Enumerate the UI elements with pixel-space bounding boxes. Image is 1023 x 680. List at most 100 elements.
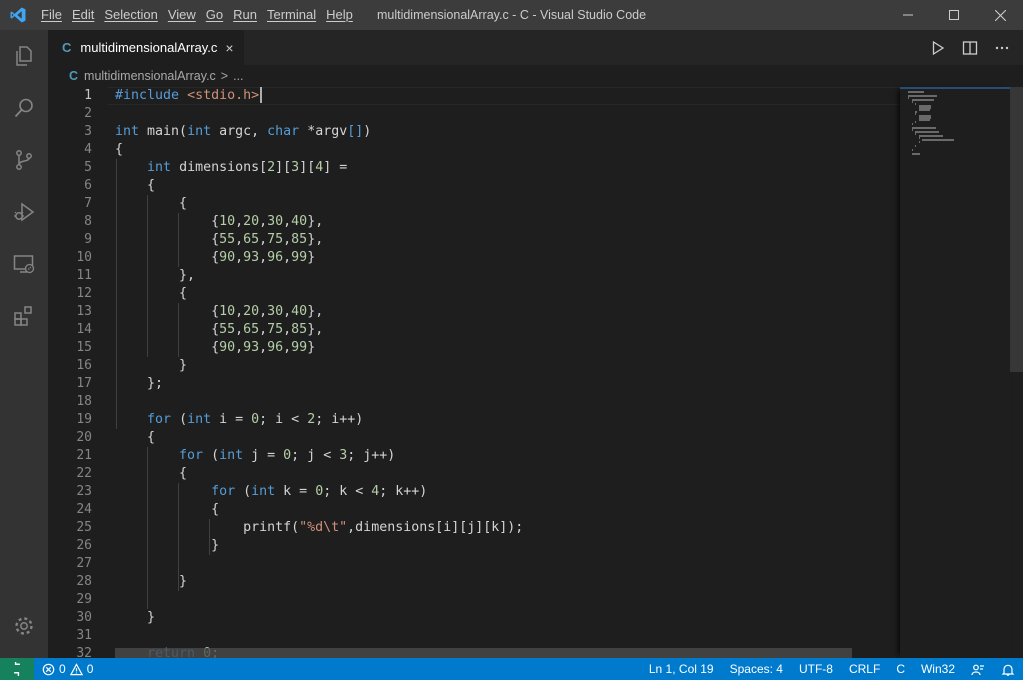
code-line: {: [115, 466, 188, 481]
warning-icon: [69, 662, 83, 675]
minimap-line: [915, 145, 917, 147]
horizontal-scrollbar[interactable]: [115, 648, 852, 658]
activity-bar: [0, 30, 48, 658]
minimap-line: [918, 109, 931, 111]
tab-close-icon[interactable]: ×: [225, 40, 233, 56]
minimap-line: [915, 133, 917, 135]
menu-go[interactable]: Go: [201, 0, 228, 30]
minimap-line: [918, 141, 920, 143]
explorer-button[interactable]: [0, 30, 48, 82]
minimap[interactable]: [900, 87, 1010, 658]
code-line: for (int i = 0; i < 2; i++): [147, 412, 364, 427]
code-line: {: [115, 142, 124, 157]
menu-selection[interactable]: Selection: [99, 0, 162, 30]
minimap-line: [915, 103, 917, 105]
code-line: {55,65,75,85},: [115, 232, 324, 247]
explorer-icon: [16, 46, 32, 66]
text-cursor: [260, 87, 263, 103]
remote-icon: [14, 662, 20, 676]
code-line: printf("%d\t",dimensions[i][j][k]);: [115, 520, 524, 535]
feedback-button[interactable]: [963, 658, 993, 680]
close-window-button[interactable]: [977, 0, 1023, 30]
line-number: 27: [76, 556, 92, 571]
minimap-line: [911, 99, 935, 101]
c-file-icon: C: [69, 69, 79, 83]
line-number: 6: [84, 178, 92, 193]
menu-terminal[interactable]: Terminal: [262, 0, 321, 30]
source-control-button[interactable]: [0, 134, 48, 186]
menu-view[interactable]: View: [163, 0, 201, 30]
line-number: 20: [76, 430, 92, 445]
line-number: 10: [76, 250, 92, 265]
code-line: {: [115, 178, 156, 193]
line-number: 12: [76, 286, 92, 301]
remote-explorer-button[interactable]: [0, 238, 48, 290]
menu-run[interactable]: Run: [228, 0, 262, 30]
extensions-icon: [14, 306, 32, 326]
code-line: }: [115, 610, 156, 625]
menu-edit[interactable]: Edit: [67, 0, 99, 30]
line-number: 11: [76, 268, 92, 283]
vertical-scrollbar[interactable]: [1010, 87, 1023, 372]
problems-indicator[interactable]: 0 0: [34, 662, 93, 676]
code-line: };: [115, 376, 164, 391]
indentation[interactable]: Spaces: 4: [722, 658, 791, 680]
remote-indicator[interactable]: [0, 658, 34, 680]
minimap-line: [911, 149, 913, 151]
more-actions-button[interactable]: [991, 37, 1013, 59]
platform[interactable]: Win32: [913, 658, 963, 680]
language-mode[interactable]: C: [888, 658, 913, 680]
search-button[interactable]: [0, 82, 48, 134]
minimap-line: [911, 123, 914, 125]
run-debug-button[interactable]: [0, 186, 48, 238]
end-of-line[interactable]: CRLF: [841, 658, 888, 680]
extensions-button[interactable]: [0, 290, 48, 342]
minimap-line: [911, 153, 920, 155]
menu-file[interactable]: File: [36, 0, 67, 30]
line-number: 30: [76, 610, 92, 625]
code-line: for (int j = 0; j < 3; j++): [179, 448, 396, 463]
breadcrumb-more[interactable]: ...: [233, 69, 243, 83]
code-line: {55,65,75,85},: [115, 322, 324, 337]
search-icon: [14, 98, 33, 118]
run-file-button[interactable]: [927, 37, 949, 59]
minimap-line: [911, 127, 936, 129]
title-bar: File Edit Selection View Go Run Terminal…: [0, 0, 1023, 30]
code-line: {90,93,96,99}: [115, 340, 316, 355]
code-line: {: [115, 286, 188, 301]
split-editor-icon: [962, 40, 978, 55]
minimize-button[interactable]: [885, 0, 931, 30]
remote-explorer-icon: [13, 255, 35, 274]
line-number: 4: [84, 142, 92, 157]
cursor-position[interactable]: Ln 1, Col 19: [641, 658, 722, 680]
error-count: 0: [59, 662, 66, 676]
close-icon: [994, 9, 1006, 21]
minimize-icon: [903, 14, 913, 16]
breadcrumb-file[interactable]: multidimensionalArray.c: [84, 69, 216, 83]
breadcrumb: C multidimensionalArray.c > ...: [48, 65, 1023, 87]
minimap-line: [918, 135, 944, 137]
line-number: 1: [84, 88, 92, 103]
notifications-button[interactable]: [993, 658, 1023, 680]
code-line: {10,20,30,40},: [115, 304, 324, 319]
minimap-line: [915, 131, 940, 133]
line-number: 26: [76, 538, 92, 553]
line-number: 19: [76, 412, 92, 427]
maximize-button[interactable]: [931, 0, 977, 30]
code-editor[interactable]: 1 2 3 4 5 6 7 8 9 10 11 12 13 14 15 16 17 18 19 20 21 22 23 24 2…: [48, 87, 900, 658]
editor-actions: [927, 30, 1013, 65]
manage-button[interactable]: [0, 600, 48, 652]
code-line: },: [115, 268, 196, 283]
tab-multidimensionalarray-c[interactable]: C multidimensionalArray.c ×: [48, 30, 244, 65]
code-line: }: [115, 358, 188, 373]
split-editor-button[interactable]: [959, 37, 981, 59]
code-line: for (int k = 0; k < 4; k++): [211, 484, 428, 499]
line-number: 29: [76, 592, 92, 607]
minimap-line: [911, 101, 913, 103]
code-line: #include <stdio.h>: [115, 87, 900, 105]
window-controls: [885, 0, 1023, 30]
encoding[interactable]: UTF-8: [791, 658, 841, 680]
minimap-line: [908, 91, 925, 93]
line-number: 15: [76, 340, 92, 355]
menu-help[interactable]: Help: [321, 0, 358, 30]
